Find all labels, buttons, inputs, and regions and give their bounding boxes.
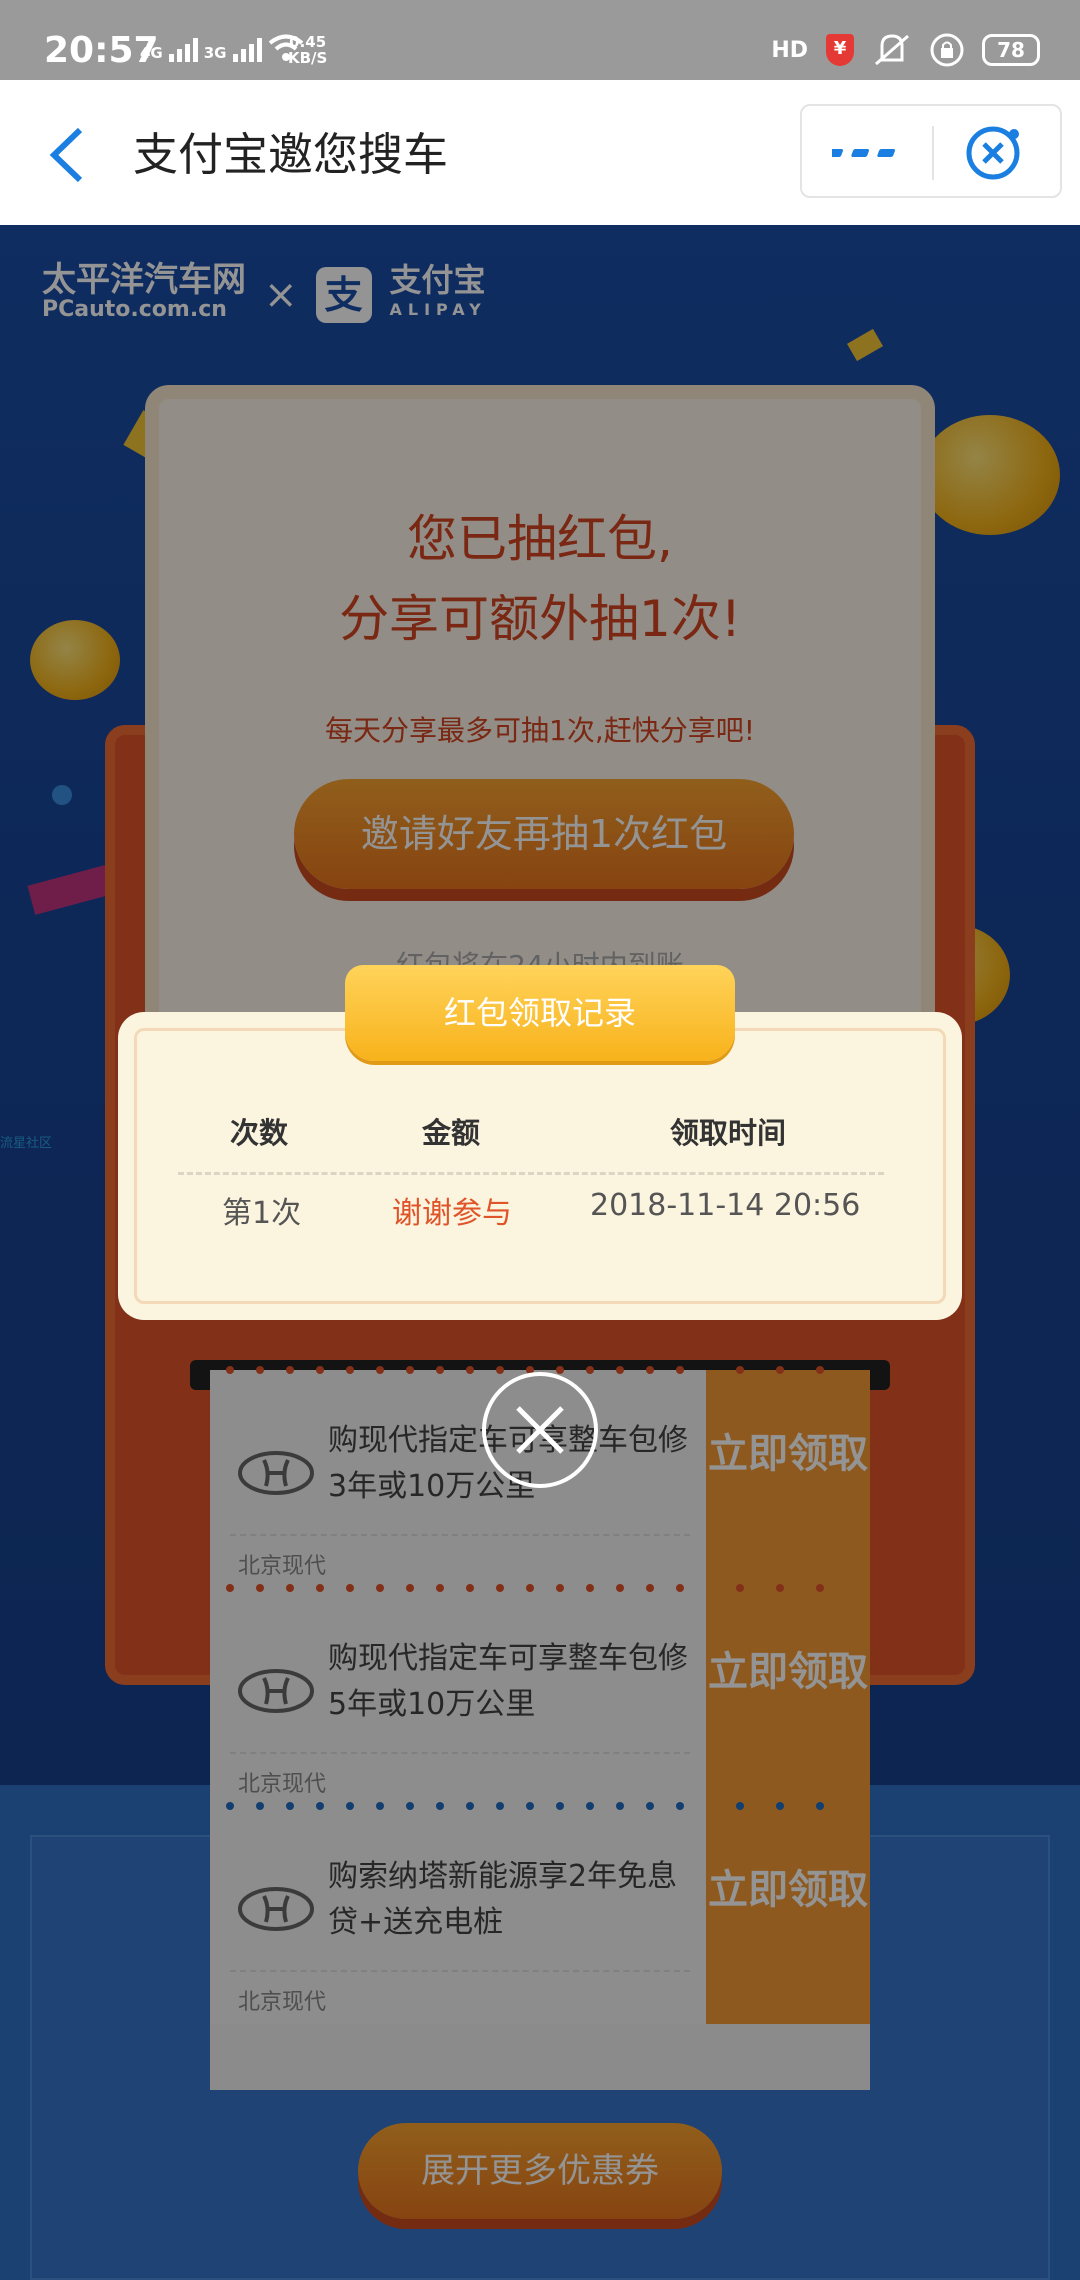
network-speed: 0.45 KB/S (288, 34, 327, 66)
shield-icon: ¥ (826, 34, 854, 66)
status-right-icons: HD ¥ 78 (771, 32, 1040, 68)
column-count-header: 次数 (230, 1116, 289, 1150)
modal-title: 红包领取记录 (345, 965, 735, 1061)
header-divider (178, 1172, 884, 1175)
more-icon (825, 149, 896, 157)
page-title: 支付宝邀您搜车 (133, 128, 449, 181)
close-modal-button[interactable] (482, 1372, 598, 1488)
column-time-header: 领取时间 (670, 1116, 787, 1150)
record-time: 2018-11-14 20:56 (590, 1188, 861, 1223)
battery-icon: 78 (982, 34, 1040, 66)
capsule-divider (932, 126, 934, 180)
column-amount-header: 金额 (422, 1116, 481, 1150)
back-button[interactable] (40, 120, 100, 190)
mute-icon (875, 34, 909, 66)
more-button[interactable] (825, 126, 912, 180)
close-icon (516, 1406, 564, 1454)
close-circle-icon (966, 126, 1020, 180)
signal-icon-2 (232, 38, 262, 62)
net2-label: 3G (203, 44, 227, 62)
net1-label: 4G (140, 44, 163, 62)
record-modal-frame (134, 1028, 946, 1304)
network-indicators: 4G 3G (140, 34, 304, 62)
record-count: 第1次 (222, 1196, 302, 1231)
close-miniapp-button[interactable] (964, 124, 1022, 182)
status-bar: 20:57 4G 3G 0.45 KB/S HD ¥ 78 (0, 0, 1080, 80)
chevron-left-icon (49, 127, 83, 183)
signal-icon (168, 38, 198, 62)
record-amount: 谢谢参与 (392, 1196, 512, 1231)
speed-unit: KB/S (288, 49, 328, 67)
hd-icon: HD (771, 37, 808, 63)
lock-icon (930, 33, 964, 67)
speed-value: 0.45 (289, 33, 327, 51)
app-header: 支付宝邀您搜车 (0, 80, 1080, 225)
menu-capsule (800, 104, 1062, 198)
